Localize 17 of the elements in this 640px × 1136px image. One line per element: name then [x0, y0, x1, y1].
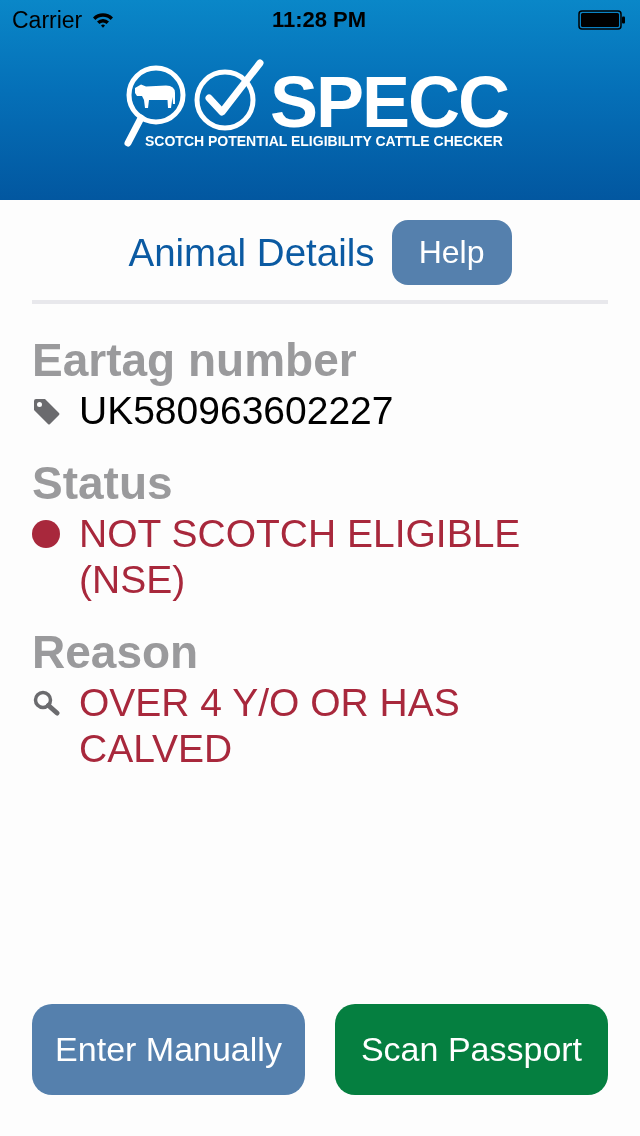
wifi-icon: [92, 12, 115, 28]
logo-subtitle: SCOTCH POTENTIAL ELIGIBILITY CATTLE CHECKER: [145, 133, 504, 149]
page-title: Animal Details: [128, 230, 375, 275]
field-value: NOT SCOTCH ELIGIBLE (NSE): [79, 511, 522, 603]
tag-icon: [32, 397, 60, 425]
enter-manually-button[interactable]: Enter Manually: [32, 1004, 305, 1095]
field-value: UK580963602227: [79, 388, 395, 434]
field-label: Eartag number: [32, 335, 358, 385]
carrier-label: Carrier: [12, 6, 83, 34]
field-value: OVER 4 Y/O OR HAS CALVED: [79, 680, 461, 772]
search-icon: [32, 690, 60, 716]
help-button[interactable]: Help: [391, 220, 512, 285]
clock-time: 11:28 PM: [271, 7, 367, 33]
scan-passport-button[interactable]: Scan Passport: [335, 1004, 608, 1095]
field-label: Reason: [32, 627, 200, 677]
battery-icon: [578, 10, 626, 30]
field-label: Status: [32, 458, 174, 508]
